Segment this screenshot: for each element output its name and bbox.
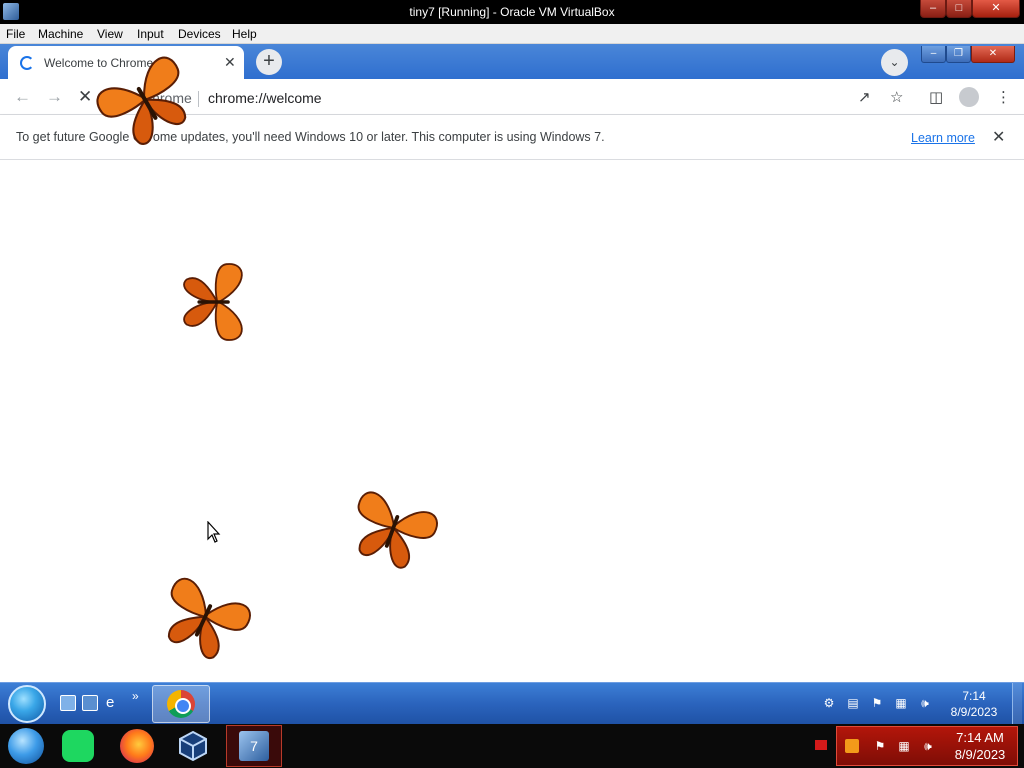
butterfly-icon — [96, 56, 187, 145]
switch-windows-icon[interactable] — [82, 695, 98, 711]
menu-help[interactable]: Help — [232, 27, 257, 41]
omnibox-separator — [198, 91, 199, 107]
host-taskbar: 7 ⚑ ▦ 🕪 7:14 AM 8/9/2023 — [0, 724, 1024, 768]
menu-input[interactable]: Input — [137, 27, 164, 41]
back-arrow-icon[interactable]: ← — [14, 87, 31, 107]
tab-close-icon[interactable]: ✕ — [224, 54, 236, 71]
butterfly-icon — [183, 263, 243, 341]
side-panel-icon[interactable]: ◫ — [929, 88, 943, 106]
guest-screen: Welcome to Chrome ✕ + ⌄ – ❐ ✕ ← → ✕ Chro… — [0, 44, 1024, 768]
tray-flag-icon[interactable]: ⚑ — [870, 696, 884, 710]
loading-spinner-icon — [20, 56, 34, 70]
bookmark-star-icon[interactable]: ☆ — [890, 88, 903, 106]
guest-time: 7:14 — [962, 689, 986, 703]
menu-kebab-icon[interactable]: ⋮ — [996, 88, 1011, 106]
firefox-icon[interactable] — [120, 729, 154, 763]
profile-avatar-icon[interactable] — [959, 87, 979, 107]
guest-date: 8/9/2023 — [950, 705, 998, 719]
host-tray-network-icon[interactable]: ▦ — [897, 739, 911, 753]
forward-arrow-icon[interactable]: → — [46, 87, 63, 107]
chrome-icon — [167, 690, 195, 718]
stop-loading-icon[interactable]: ✕ — [78, 87, 92, 107]
chrome-minimize-button[interactable]: – — [921, 46, 946, 63]
host-clock[interactable]: 7:14 AM 8/9/2023 — [948, 729, 1012, 763]
screen: tiny7 [Running] - Oracle VM VirtualBox –… — [0, 0, 1024, 768]
menu-devices[interactable]: Devices — [178, 27, 221, 41]
butterfly-icon — [167, 577, 251, 660]
host-date: 8/9/2023 — [954, 747, 1006, 762]
mouse-cursor-icon — [207, 521, 221, 543]
address-bar[interactable]: chrome://welcome — [208, 90, 322, 106]
vm-instance-icon: 7 — [239, 731, 269, 761]
tray-network-icon[interactable]: ▦ — [894, 696, 908, 710]
host-tray-app-icon[interactable] — [845, 739, 859, 753]
chrome-close-button[interactable]: ✕ — [971, 46, 1015, 63]
virtualbox-manager-icon[interactable] — [176, 729, 210, 763]
windows-start-button[interactable] — [8, 685, 46, 723]
notes-app-icon[interactable] — [62, 730, 94, 762]
vbox-menubar: File Machine View Input Devices Help — [0, 24, 1024, 44]
guest-taskbar: e » ⚙ ▤ ⚑ ▦ 🕪 7:14 8/9/2023 — [0, 682, 1024, 724]
quicklaunch-more-icon[interactable]: » — [132, 689, 139, 703]
learn-more-link[interactable]: Learn more — [911, 131, 975, 145]
vbox-close-button[interactable]: ✕ — [972, 0, 1020, 18]
infobar-close-icon[interactable]: ✕ — [992, 127, 1005, 147]
vbox-maximize-button[interactable]: □ — [946, 0, 972, 18]
menu-file[interactable]: File — [6, 27, 25, 41]
vbox-window-title: tiny7 [Running] - Oracle VM VirtualBox — [409, 5, 615, 19]
butterfly-icon — [357, 491, 438, 569]
vbox-minimize-button[interactable]: – — [920, 0, 946, 18]
new-tab-button[interactable]: + — [256, 49, 282, 75]
tray-volume-icon[interactable]: 🕪 — [918, 696, 932, 710]
show-desktop-button[interactable] — [1012, 683, 1022, 724]
host-time: 7:14 AM — [956, 730, 1004, 745]
guest-clock[interactable]: 7:14 8/9/2023 — [944, 688, 1004, 720]
chrome-maximize-button[interactable]: ❐ — [946, 46, 971, 63]
menu-machine[interactable]: Machine — [38, 27, 83, 41]
host-tray-volume-icon[interactable]: 🕪 — [921, 739, 935, 753]
host-start-icon[interactable] — [8, 728, 44, 764]
vbox-titlebar: tiny7 [Running] - Oracle VM VirtualBox –… — [0, 0, 1024, 24]
share-icon[interactable]: ↗ — [858, 88, 871, 106]
show-desktop-quicklaunch-icon[interactable] — [60, 695, 76, 711]
host-tray-flag-icon[interactable]: ⚑ — [873, 739, 887, 753]
host-taskbar-vbox-vm-button[interactable]: 7 — [226, 725, 282, 767]
internet-explorer-icon[interactable]: e — [106, 695, 122, 711]
host-tray-alert-icon[interactable] — [815, 740, 827, 750]
tray-network-share-icon[interactable]: ⚙ — [822, 696, 836, 710]
tray-document-icon[interactable]: ▤ — [846, 696, 860, 710]
taskbar-chrome-button[interactable] — [152, 685, 210, 723]
tab-search-button[interactable]: ⌄ — [881, 49, 908, 76]
menu-view[interactable]: View — [97, 27, 123, 41]
